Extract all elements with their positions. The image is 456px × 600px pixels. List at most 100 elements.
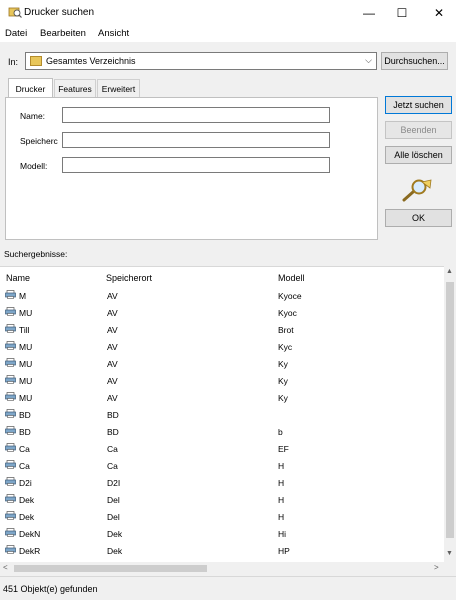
cell-model: Ky	[278, 393, 288, 403]
scroll-up-icon[interactable]: ▲	[446, 268, 453, 275]
printer-icon	[5, 460, 16, 469]
cell-location: Dek	[107, 529, 123, 539]
cell-location: AV	[107, 342, 118, 352]
search-scope-select[interactable]: Gesamtes Verzeichnis ⌵	[25, 52, 377, 70]
cell-location: Del	[107, 512, 120, 522]
table-row[interactable]: MU AV Kyc	[0, 338, 444, 355]
cell-name: D2i	[19, 478, 32, 488]
cell-model: Hi	[278, 529, 287, 539]
close-button[interactable]: ✕	[422, 0, 456, 26]
cell-name: Ca	[19, 444, 30, 454]
table-row[interactable]: Till AV Brot	[0, 321, 444, 338]
scroll-right-icon[interactable]: >	[434, 563, 439, 572]
cell-name: DekN	[19, 529, 41, 539]
cell-location: Dek	[107, 546, 123, 556]
search-scope-value: Gesamtes Verzeichnis	[46, 56, 136, 66]
table-row[interactable]: DekR Dek HP	[0, 542, 444, 559]
magnifier-search-icon	[402, 179, 432, 202]
table-row[interactable]: BD BD	[0, 406, 444, 423]
printer-icon	[5, 511, 16, 520]
cell-name: Dek	[19, 512, 35, 522]
cell-name: M	[19, 291, 27, 301]
table-row[interactable]: Ca Ca H	[0, 457, 444, 474]
results-list[interactable]: Name Speicherort Modell M AV Kyoce MU AV Kyoc…	[0, 266, 444, 563]
cell-location: AV	[107, 359, 118, 369]
table-row[interactable]: D2i D2I H	[0, 474, 444, 491]
window-title: Drucker suchen	[24, 7, 95, 18]
cell-model: Kyoce	[278, 291, 302, 301]
column-header-location[interactable]: Speicherort	[106, 273, 152, 283]
ok-button[interactable]: OK	[385, 209, 452, 227]
table-row[interactable]: MU AV Ky	[0, 389, 444, 406]
cell-location: BD	[107, 410, 119, 420]
stop-button[interactable]: Beenden	[385, 121, 452, 139]
vertical-scrollbar[interactable]: ▲ ▼	[444, 266, 456, 562]
cell-name: MU	[19, 308, 33, 318]
clear-all-button[interactable]: Alle löschen	[385, 146, 452, 164]
cell-model: Ky	[278, 376, 288, 386]
browse-button[interactable]: Durchsuchen...	[381, 52, 448, 70]
hscroll-thumb[interactable]	[14, 565, 207, 572]
results-label: Suchergebnisse:	[4, 249, 68, 259]
table-row[interactable]: M AV Kyoce	[0, 287, 444, 304]
cell-name: DekR	[19, 546, 41, 556]
cell-model: Brot	[278, 325, 294, 335]
cell-location: BD	[107, 427, 119, 437]
cell-location: AV	[107, 291, 118, 301]
location-input[interactable]	[62, 132, 330, 148]
tab-drucker[interactable]: Drucker	[8, 78, 53, 98]
horizontal-scrollbar[interactable]: < >	[0, 562, 444, 575]
model-input[interactable]	[62, 157, 330, 173]
cell-model: H	[278, 512, 285, 522]
model-label: Modell:	[20, 161, 48, 171]
printer-icon	[5, 494, 16, 503]
folder-icon	[30, 56, 42, 66]
table-row[interactable]: MU AV Kyoc	[0, 304, 444, 321]
printer-icon	[5, 358, 16, 367]
scroll-down-icon[interactable]: ▼	[446, 550, 453, 557]
cell-location: AV	[107, 308, 118, 318]
printer-icon	[5, 290, 16, 299]
table-row[interactable]: DekN Dek Hi	[0, 525, 444, 542]
cell-name: BD	[19, 427, 31, 437]
cell-location: Ca	[107, 461, 118, 471]
list-header: Name Speicherort Modell	[0, 267, 444, 287]
column-header-model[interactable]: Modell	[278, 273, 305, 283]
name-label: Name:	[20, 111, 46, 121]
printer-icon	[5, 409, 16, 418]
location-label: Speicherc	[20, 136, 58, 146]
menu-ansicht[interactable]: Ansicht	[98, 28, 129, 39]
table-row[interactable]: Dek Del H	[0, 508, 444, 525]
cell-location: Ca	[107, 444, 118, 454]
printer-icon	[5, 392, 16, 401]
cell-location: AV	[107, 393, 118, 403]
table-row[interactable]: Dek Del H	[0, 491, 444, 508]
menu-datei[interactable]: Datei	[5, 28, 27, 39]
cell-location: D2I	[107, 478, 121, 488]
maximize-button[interactable]: ☐	[385, 0, 419, 26]
printer-icon	[5, 545, 16, 554]
search-in-label: In:	[8, 57, 19, 67]
printer-icon	[5, 324, 16, 333]
column-header-name[interactable]: Name	[6, 273, 30, 283]
printer-icon	[5, 307, 16, 316]
tab-erweitert[interactable]: Erweitert	[97, 79, 140, 97]
cell-model: Ky	[278, 359, 288, 369]
menu-bearbeiten[interactable]: Bearbeiten	[40, 28, 86, 39]
table-row[interactable]: BD BD b	[0, 423, 444, 440]
chevron-down-icon: ⌵	[365, 55, 372, 65]
cell-name: BD	[19, 410, 31, 420]
printer-icon	[5, 477, 16, 486]
search-now-button[interactable]: Jetzt suchen	[385, 96, 452, 114]
cell-model: Kyoc	[278, 308, 297, 318]
name-input[interactable]	[62, 107, 330, 123]
printer-icon	[5, 443, 16, 452]
scrollbar-thumb[interactable]	[446, 282, 454, 538]
scroll-left-icon[interactable]: <	[3, 563, 8, 572]
minimize-button[interactable]: —	[352, 0, 386, 26]
cell-location: Del	[107, 495, 120, 505]
table-row[interactable]: MU AV Ky	[0, 372, 444, 389]
tab-features[interactable]: Features	[54, 79, 96, 97]
table-row[interactable]: MU AV Ky	[0, 355, 444, 372]
table-row[interactable]: Ca Ca EF	[0, 440, 444, 457]
